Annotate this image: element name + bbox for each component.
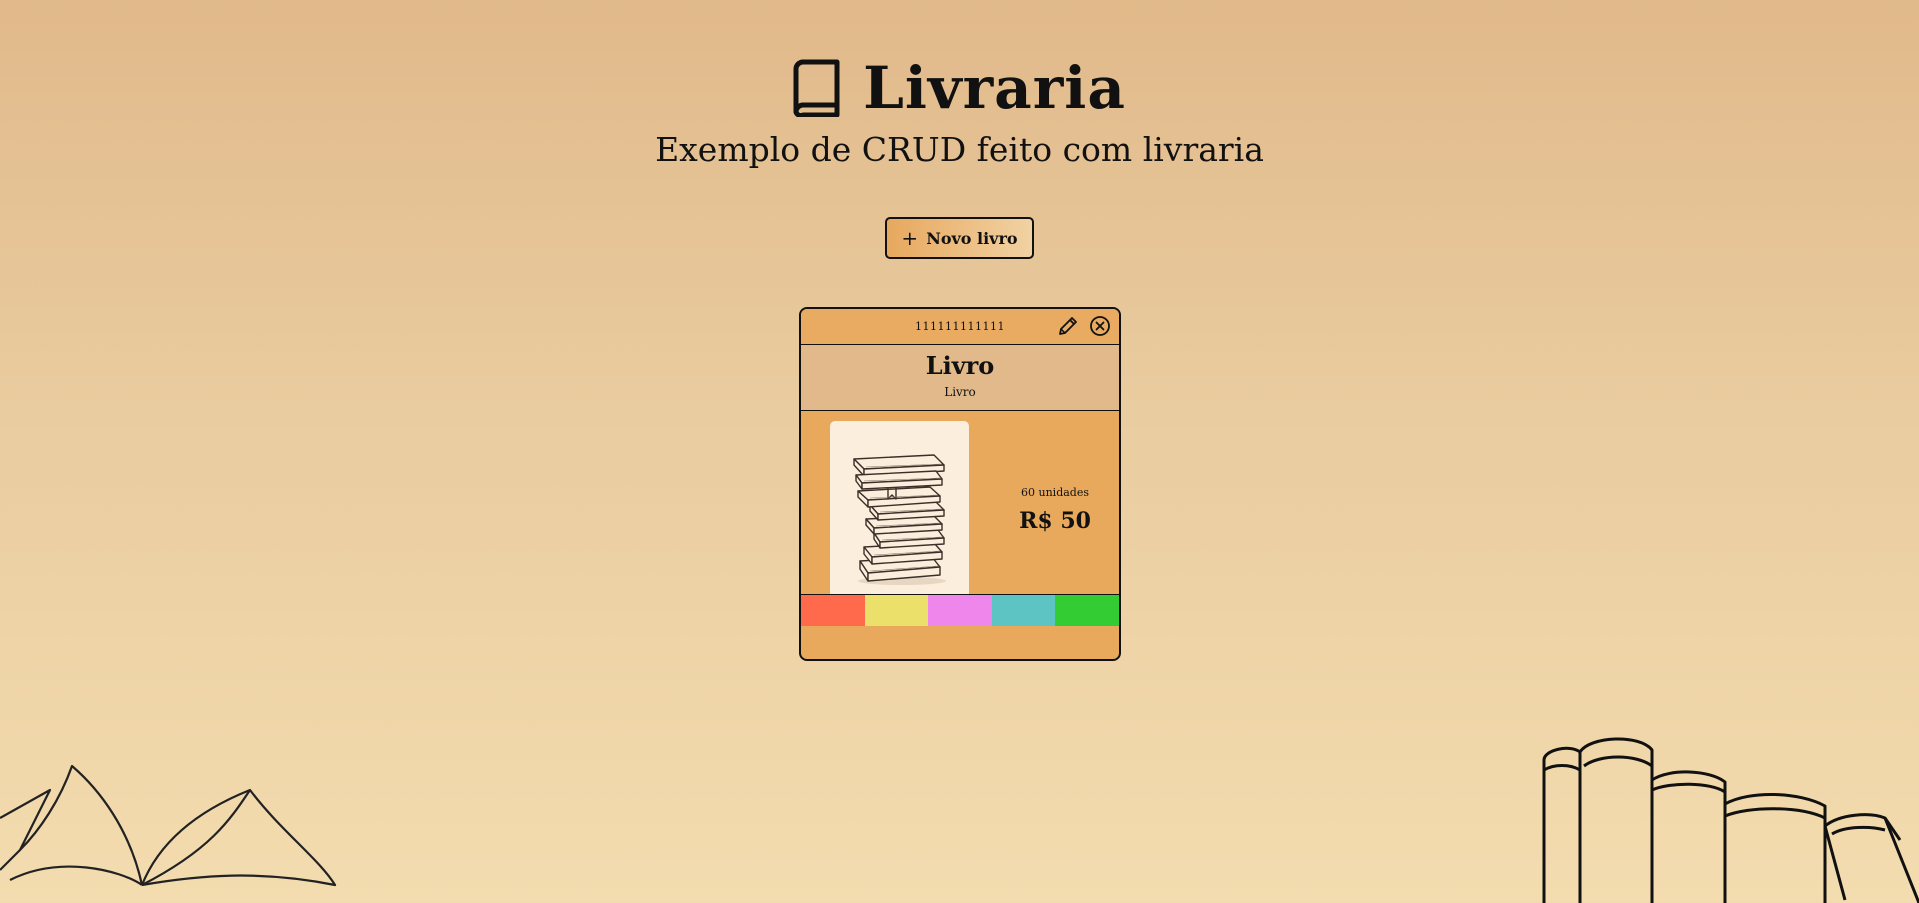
book-title: Livro <box>925 351 995 380</box>
color-swatch-yellow[interactable] <box>864 595 929 626</box>
book-stock: 60 unidades <box>1021 486 1089 499</box>
color-swatch-red[interactable] <box>801 595 865 626</box>
page-subtitle: Exemplo de CRUD feito com livraria <box>655 130 1264 169</box>
book-author: Livro <box>944 385 976 399</box>
book-icon <box>793 59 841 117</box>
color-picker <box>801 594 1119 626</box>
color-swatch-pink[interactable] <box>928 595 992 626</box>
card-heading: Livro Livro <box>801 345 1119 411</box>
book-cover <box>830 421 969 604</box>
title-row: Livraria <box>0 50 1919 126</box>
page-header: Livraria Exemplo de CRUD feito com livra… <box>0 50 1919 170</box>
close-circle-icon[interactable] <box>1089 315 1111 341</box>
card-body: 60 unidades R$ 50 <box>801 411 1119 626</box>
book-isbn: 111111111111 <box>915 320 1005 333</box>
page-title: Livraria <box>863 54 1126 122</box>
pencil-icon[interactable] <box>1057 315 1079 341</box>
book-card: 111111111111 Livro Livro 60 unidades R$ … <box>799 307 1121 661</box>
bookshelf-illustration <box>1540 730 1919 903</box>
open-book-illustration <box>0 760 340 903</box>
card-top-bar: 111111111111 <box>801 309 1119 345</box>
plus-icon: + <box>901 226 919 250</box>
new-book-label: Novo livro <box>926 228 1018 248</box>
color-swatch-teal[interactable] <box>991 595 1056 626</box>
book-stack-illustration <box>853 454 946 585</box>
new-book-button[interactable]: + Novo livro <box>885 217 1034 259</box>
color-swatch-green[interactable] <box>1055 595 1119 626</box>
card-actions <box>1057 315 1111 341</box>
book-price: R$ 50 <box>1019 508 1091 534</box>
